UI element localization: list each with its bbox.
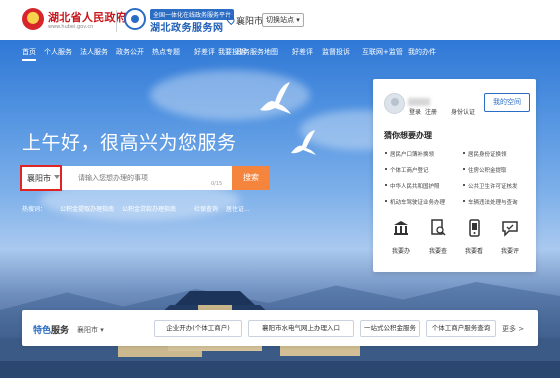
recommend-item[interactable]: 居民户口簿补换领: [384, 150, 434, 158]
nav-item-review-2[interactable]: 好差评: [292, 47, 313, 57]
building-icon: [394, 221, 408, 235]
gov-site-url: www.hubei.gov.cn: [48, 24, 94, 30]
login-link[interactable]: 登录: [409, 107, 421, 116]
recommend-item[interactable]: 个体工商户登记: [385, 166, 429, 174]
quick-action-label: 我要评: [500, 248, 519, 255]
quick-action-label: 我要办: [391, 248, 410, 255]
recommend-item[interactable]: 居民身份证换领: [463, 150, 507, 158]
recommend-item[interactable]: 住房公积金提取: [463, 166, 507, 174]
nav-item-supervise[interactable]: 监督投诉: [322, 47, 350, 57]
recommend-item[interactable]: 公共卫生许可证核发: [463, 182, 518, 190]
portal-logo-icon: [124, 8, 146, 30]
quick-action-label: 我要查: [428, 248, 447, 255]
nav-item-home[interactable]: 首页: [22, 47, 36, 61]
search-input[interactable]: [66, 166, 232, 190]
quick-action-label: 我要看: [464, 248, 483, 255]
featured-service-button[interactable]: 襄阳市水电气网上办理入口: [248, 320, 354, 337]
phone-icon: [469, 219, 480, 237]
featured-service-button[interactable]: 一站式公积金服务: [360, 320, 420, 337]
avatar[interactable]: [384, 93, 405, 114]
portal-name[interactable]: 湖北政务服务网: [150, 19, 224, 34]
current-location: 襄阳市: [236, 17, 264, 27]
recommend-title: 猜你想要办理: [384, 131, 432, 140]
featured-title-b: 服务: [51, 326, 70, 336]
nav-item-my[interactable]: 我的办件: [408, 47, 436, 57]
featured-title-a: 特色: [33, 326, 52, 336]
crane-bird-illustration: [260, 82, 291, 114]
hot-label: 热搜词：: [22, 206, 47, 213]
quick-action-rate[interactable]: 我要评: [495, 219, 525, 255]
nav-item-open[interactable]: 政务公开: [116, 47, 144, 57]
search-button[interactable]: 搜索: [232, 166, 270, 190]
hot-link[interactable]: 居住证...: [226, 204, 250, 213]
nav-item-review[interactable]: 好差评: [194, 47, 215, 57]
more-link[interactable]: 更多 >: [502, 324, 524, 334]
recommend-item[interactable]: 车辆违法处理与查询: [463, 198, 518, 206]
nav-item-topics[interactable]: 热点专题: [152, 47, 180, 57]
header-divider: [116, 10, 117, 32]
national-emblem-icon: [22, 8, 44, 30]
nav-item-map[interactable]: 政务服务地图: [236, 47, 278, 57]
hot-link[interactable]: 社保查询: [194, 204, 218, 213]
switch-site-button[interactable]: 切换站点 ▾: [262, 13, 304, 27]
search-char-count: 0/15: [211, 181, 223, 187]
chevron-down-icon: [54, 175, 60, 179]
city-selector-label[interactable]: 襄阳市: [27, 173, 51, 184]
featured-title: 特色服务: [33, 323, 69, 336]
register-link[interactable]: 注册: [425, 107, 437, 116]
nav-item-regulate[interactable]: 互联网+监管: [362, 47, 403, 57]
hot-link[interactable]: 公积金贷款办理指南: [122, 204, 176, 213]
quick-action-view[interactable]: 我要看: [459, 219, 489, 255]
username-redacted: [408, 98, 430, 106]
hot-link[interactable]: 公积金提取办理指南: [60, 204, 114, 213]
my-space-button[interactable]: 我的空间: [484, 93, 530, 112]
recommend-item[interactable]: 机动车驾驶证业务办理: [384, 198, 445, 206]
chat-icon: [502, 221, 518, 237]
quick-action-query[interactable]: 我要查: [423, 219, 453, 255]
crane-bird-illustration: [291, 130, 316, 155]
nav-item-personal[interactable]: 个人服务: [44, 47, 72, 57]
recommend-item[interactable]: 中华人民共和国护照: [385, 182, 440, 190]
greeting-title: 上午好，很高兴为您服务: [22, 132, 237, 154]
document-search-icon: [431, 219, 446, 236]
nav-item-corporate[interactable]: 法人服务: [80, 47, 108, 57]
featured-city-selector[interactable]: 襄阳市 ▾: [77, 325, 104, 335]
quick-action-do[interactable]: 我要办: [386, 219, 416, 255]
id-auth-link[interactable]: 身份认证: [451, 107, 475, 116]
main-nav: 首页 个人服务 法人服务 政务公开 热点专题 好差评 我要投诉 政务服务地图 好…: [0, 40, 560, 62]
featured-service-button[interactable]: 个体工商户服务查询: [426, 320, 496, 337]
featured-service-button[interactable]: 企业开办(个体工商户): [154, 320, 242, 337]
